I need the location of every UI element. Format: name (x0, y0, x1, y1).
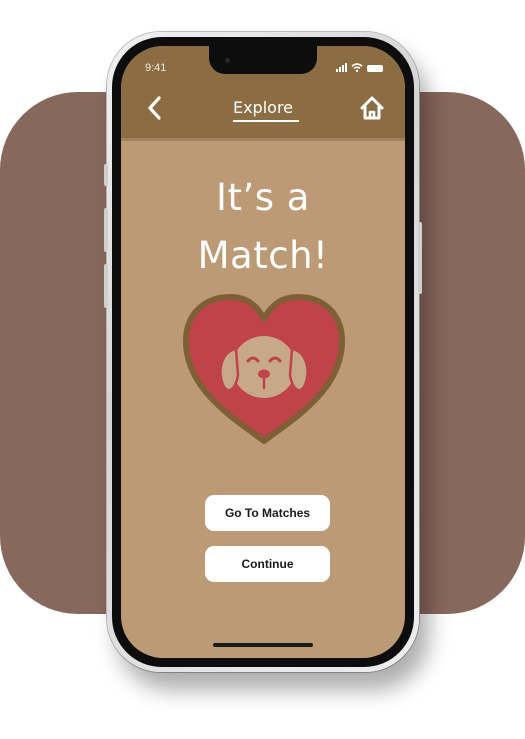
go-to-matches-button[interactable]: Go To Matches (205, 495, 330, 531)
signal-icon (336, 63, 347, 72)
stage: 9:41 Explore It’s a Match! Go To Matches… (0, 0, 525, 739)
home-indicator[interactable] (213, 643, 313, 647)
match-title-line-1: It’s a (216, 176, 310, 219)
battery-icon (367, 65, 383, 72)
phone-power-button (418, 222, 422, 294)
app-screen: 9:41 Explore It’s a Match! Go To Matches… (121, 46, 405, 658)
phone-volume-down-button (104, 264, 108, 308)
chevron-left-icon (148, 96, 161, 120)
heart-dog-illustration (183, 294, 345, 444)
header-title: Explore (232, 98, 294, 117)
home-icon (360, 96, 384, 120)
camera-dot (225, 58, 230, 63)
phone-mute-switch (104, 164, 108, 186)
status-time: 9:41 (145, 62, 167, 74)
home-button[interactable] (357, 93, 387, 123)
wifi-icon (351, 63, 363, 72)
header-divider (121, 138, 405, 141)
phone-volume-up-button (104, 208, 108, 252)
phone-mockup: 9:41 Explore It’s a Match! Go To Matches… (104, 32, 422, 672)
continue-button[interactable]: Continue (205, 546, 330, 582)
status-icons (336, 63, 383, 72)
phone-bezel: 9:41 Explore It’s a Match! Go To Matches… (112, 37, 414, 667)
match-title-line-2: Match! (197, 234, 329, 277)
back-button[interactable] (143, 94, 167, 122)
header-title-underline (233, 120, 299, 122)
